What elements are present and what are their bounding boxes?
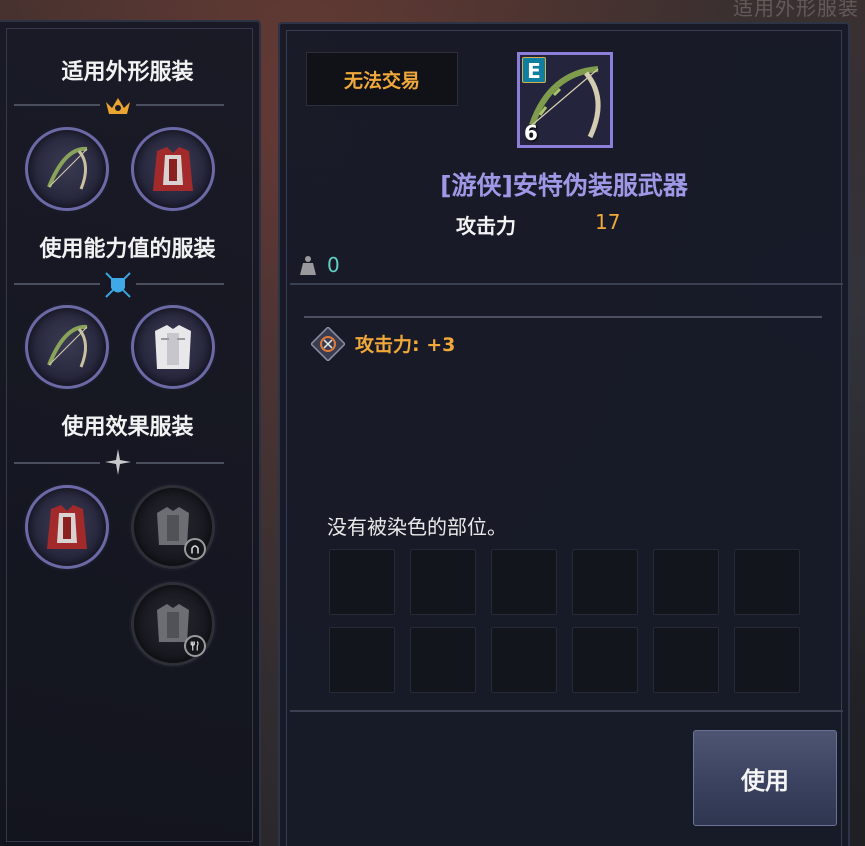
dye-slot[interactable] <box>491 627 557 693</box>
star-ornament-icon <box>105 449 131 475</box>
appearance-weapon-slot[interactable] <box>25 127 109 211</box>
divider <box>304 316 822 318</box>
background-text: 适用外形服装 <box>733 0 859 20</box>
dye-slot[interactable] <box>572 627 638 693</box>
item-name: [游侠]安特伪装服武器 <box>440 171 688 200</box>
item-count: 6 <box>524 121 538 145</box>
bow-icon <box>47 324 88 368</box>
divider <box>290 710 843 712</box>
section-title-appearance: 适用外形服装 <box>61 60 194 85</box>
effect-empty-slot-2[interactable] <box>131 582 215 666</box>
red-armor-icon <box>47 505 87 549</box>
attack-effect-icon <box>311 327 345 361</box>
bow-icon <box>47 146 88 190</box>
dye-slot[interactable] <box>329 627 395 693</box>
dye-slot[interactable] <box>734 549 800 615</box>
dye-slot[interactable] <box>329 549 395 615</box>
dye-slot[interactable] <box>410 549 476 615</box>
crown-ornament-icon <box>106 98 130 114</box>
dye-slot[interactable] <box>491 549 557 615</box>
trade-status-badge: 无法交易 <box>306 52 458 106</box>
weight-value: 0 <box>327 253 340 277</box>
divider-right <box>136 462 224 464</box>
effect-armor-slot[interactable] <box>25 485 109 569</box>
dye-slot[interactable] <box>734 627 800 693</box>
dye-slot[interactable] <box>410 627 476 693</box>
effect-text: 攻击力: +3 <box>355 334 456 356</box>
attack-stat-value: 17 <box>595 210 621 234</box>
red-armor-icon <box>153 147 193 191</box>
stats-armor-slot[interactable] <box>131 305 215 389</box>
divider-left <box>14 104 100 106</box>
item-detail-frame <box>286 30 842 846</box>
divider-left <box>14 283 100 285</box>
grade-badge: E <box>522 57 546 83</box>
stats-weapon-slot[interactable] <box>25 305 109 389</box>
appearance-armor-slot[interactable] <box>131 127 215 211</box>
horseshoe-icon <box>184 538 206 560</box>
dye-slot[interactable] <box>653 627 719 693</box>
divider-left <box>14 462 100 464</box>
attack-stat-label: 攻击力 <box>456 214 516 238</box>
dye-message: 没有被染色的部位。 <box>327 515 507 539</box>
dye-slot[interactable] <box>653 549 719 615</box>
white-armor-icon <box>155 325 191 369</box>
section-title-effects: 使用效果服装 <box>61 415 194 440</box>
weight-icon <box>300 256 316 275</box>
shield-swords-ornament-icon <box>105 272 131 298</box>
divider-right <box>136 283 224 285</box>
dye-slot-grid <box>329 549 800 693</box>
dye-slot[interactable] <box>572 549 638 615</box>
section-title-stats: 使用能力值的服装 <box>39 237 216 262</box>
effect-empty-slot-1[interactable] <box>131 485 215 569</box>
fork-knife-icon <box>184 635 206 657</box>
use-button[interactable]: 使用 <box>693 730 837 826</box>
divider-right <box>136 104 224 106</box>
divider <box>290 283 843 285</box>
item-icon-frame[interactable]: E 6 <box>517 52 613 148</box>
